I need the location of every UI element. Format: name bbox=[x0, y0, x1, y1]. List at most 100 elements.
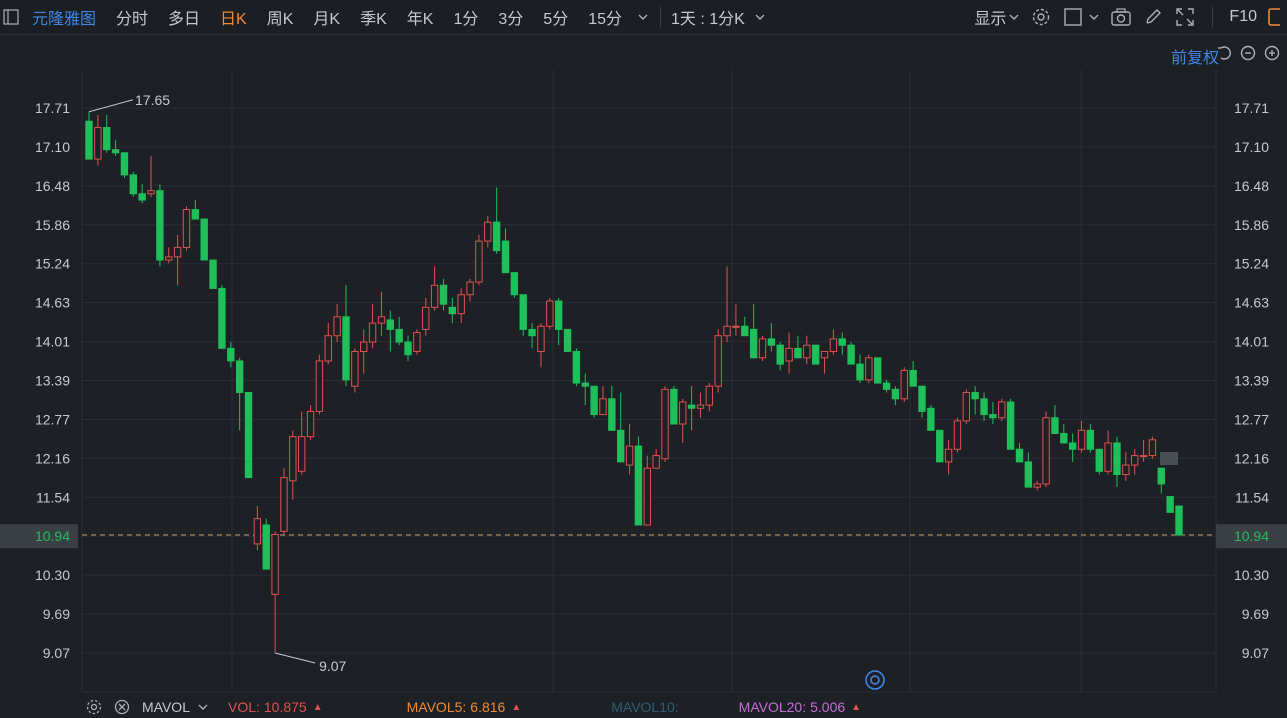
tab-1min[interactable]: 1分 bbox=[443, 5, 488, 29]
tab-daily-k[interactable]: 日K bbox=[210, 5, 257, 29]
price-tick-label: 10.94 bbox=[1234, 528, 1269, 544]
candle-body bbox=[218, 287, 226, 349]
checkbox-icon[interactable] bbox=[1062, 6, 1084, 28]
price-tick-label: 9.69 bbox=[43, 606, 70, 622]
candle-body bbox=[85, 120, 93, 160]
candle-body bbox=[342, 316, 350, 381]
candle-body bbox=[173, 246, 182, 258]
fullscreen-icon[interactable] bbox=[1174, 6, 1196, 28]
candle-body bbox=[599, 398, 607, 416]
candle-body bbox=[351, 350, 359, 387]
candle-body bbox=[1095, 448, 1103, 472]
candle-body bbox=[1086, 429, 1095, 450]
pen-icon[interactable] bbox=[1142, 6, 1164, 28]
candle-body bbox=[767, 338, 776, 346]
candle-body bbox=[1157, 467, 1165, 485]
tab-15min[interactable]: 15分 bbox=[578, 5, 632, 29]
arrow-up-icon: ▲ bbox=[312, 701, 323, 713]
candle-body bbox=[386, 319, 394, 330]
candle-body bbox=[262, 524, 270, 570]
chevron-down-icon[interactable] bbox=[1008, 6, 1020, 28]
candle-body bbox=[1033, 483, 1041, 488]
range-selector[interactable]: 1天 : 1分K bbox=[667, 5, 749, 29]
candle-body bbox=[1104, 442, 1112, 472]
tab-quarterly-k[interactable]: 季K bbox=[350, 5, 397, 29]
candle-body bbox=[847, 344, 855, 365]
candle-body bbox=[528, 328, 536, 337]
chevron-down-icon[interactable] bbox=[196, 696, 210, 718]
display-menu[interactable]: 显示 bbox=[974, 5, 1006, 29]
candle-body bbox=[94, 127, 102, 160]
mavol20-label: MAVOL20: bbox=[738, 699, 807, 715]
candle-body bbox=[634, 445, 643, 526]
tab-weekly-k[interactable]: 周K bbox=[257, 5, 304, 29]
at-icon bbox=[870, 675, 880, 685]
candle-body bbox=[936, 429, 944, 463]
price-tick-label: 11.54 bbox=[1235, 489, 1269, 505]
candlestick-chart[interactable]: 17.71 17.71 17.10 17.10 16.48 16.48 15.86 15.86… bbox=[0, 34, 1287, 694]
tab-yearly-k[interactable]: 年K bbox=[397, 5, 444, 29]
candle-body bbox=[980, 398, 988, 416]
candle-body bbox=[111, 149, 120, 154]
tab-multiday[interactable]: 多日 bbox=[158, 5, 210, 29]
candle-body bbox=[581, 382, 589, 387]
candle-body bbox=[1113, 442, 1121, 476]
candle-body bbox=[625, 445, 634, 466]
tab-intraday[interactable]: 分时 bbox=[106, 5, 158, 29]
camera-icon[interactable] bbox=[1110, 6, 1132, 28]
price-tick-label: 14.01 bbox=[1234, 334, 1269, 350]
candle-body bbox=[422, 306, 430, 330]
chevron-down-icon[interactable] bbox=[632, 6, 654, 28]
candle-body bbox=[484, 221, 492, 242]
candle-body bbox=[368, 322, 377, 343]
divider bbox=[660, 7, 662, 27]
candle-body bbox=[679, 401, 687, 425]
candle-body bbox=[306, 410, 315, 438]
arrow-up-icon: ▲ bbox=[851, 701, 862, 713]
candle-body bbox=[998, 401, 1006, 419]
tab-monthly-k[interactable]: 月K bbox=[303, 5, 350, 29]
tab-3min[interactable]: 3分 bbox=[488, 5, 533, 29]
indicator-name[interactable]: MAVOL bbox=[142, 699, 190, 715]
price-tick-label: 13.39 bbox=[35, 373, 70, 389]
candle-body bbox=[909, 369, 917, 387]
price-tick-label: 16.48 bbox=[35, 178, 70, 194]
candle-body bbox=[971, 391, 979, 400]
candle-body bbox=[315, 360, 324, 412]
price-tick-label: 16.48 bbox=[1234, 178, 1269, 194]
candle-body bbox=[360, 341, 368, 352]
panel-toggle-icon[interactable] bbox=[0, 6, 22, 28]
price-tick-label: 17.71 bbox=[35, 100, 70, 116]
gear-icon[interactable] bbox=[1030, 6, 1052, 28]
orange-box-icon[interactable] bbox=[1267, 6, 1281, 28]
price-tick-label: 15.86 bbox=[35, 217, 70, 233]
candle-body bbox=[714, 335, 722, 387]
mavol5-value: 6.816 bbox=[470, 699, 506, 715]
candle-body bbox=[643, 467, 651, 526]
candle-body bbox=[1015, 448, 1024, 463]
price-tick-label: 9.07 bbox=[1242, 645, 1269, 661]
price-tick-label: 14.63 bbox=[1234, 295, 1269, 311]
tab-5min[interactable]: 5分 bbox=[533, 5, 578, 29]
candle-body bbox=[1024, 461, 1033, 488]
candle-body bbox=[235, 360, 244, 393]
chevron-down-icon[interactable] bbox=[1088, 6, 1100, 28]
candle-body bbox=[227, 347, 235, 362]
price-tick-label: 15.86 bbox=[1234, 217, 1269, 233]
candle-body bbox=[1051, 417, 1059, 434]
candle-body bbox=[1077, 429, 1086, 450]
candle-body bbox=[120, 152, 129, 176]
candle-body bbox=[413, 332, 421, 352]
divider bbox=[1212, 7, 1214, 27]
chevron-down-icon[interactable] bbox=[749, 6, 771, 28]
candle-body bbox=[271, 533, 279, 595]
candle-body bbox=[705, 385, 714, 406]
f10-button[interactable]: F10 bbox=[1229, 8, 1257, 26]
candle-body bbox=[1139, 455, 1148, 458]
candle-body bbox=[927, 407, 935, 431]
close-icon[interactable] bbox=[112, 696, 132, 718]
stock-title[interactable]: 元隆雅图 bbox=[22, 5, 106, 29]
gear-icon[interactable] bbox=[84, 696, 104, 718]
candle-body bbox=[572, 350, 581, 384]
high-pointer bbox=[88, 99, 134, 113]
